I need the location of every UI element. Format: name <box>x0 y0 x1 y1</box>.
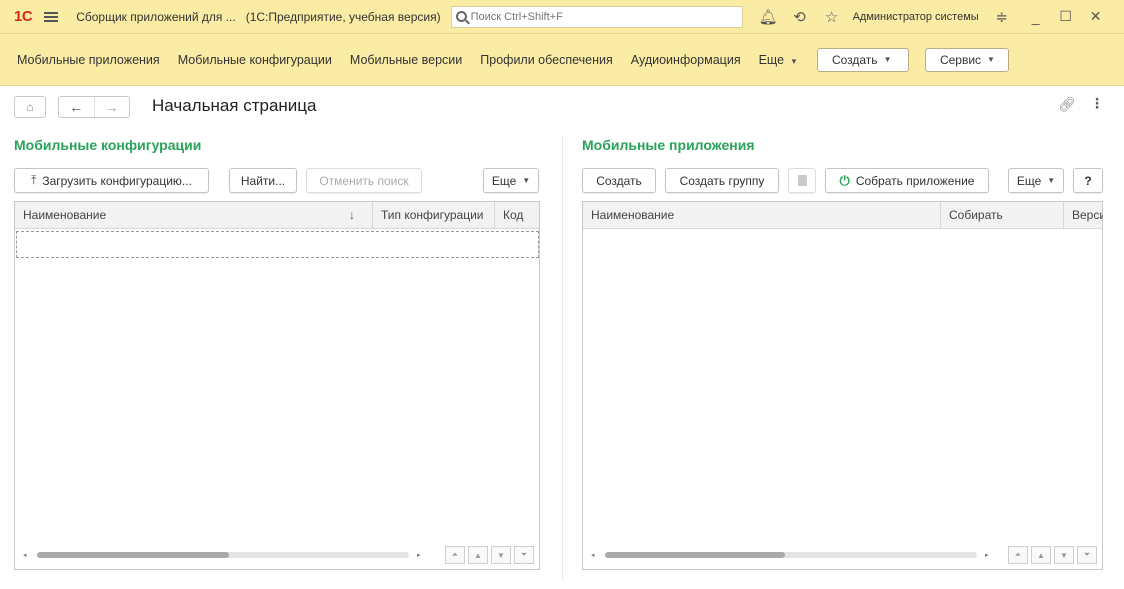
cancel-search-button[interactable]: Отменить поиск <box>306 168 422 193</box>
create-button[interactable]: Создать <box>582 168 656 193</box>
more-actions-icon[interactable]: ⋮ <box>1090 95 1104 112</box>
upload-icon: ⤒ <box>31 173 37 187</box>
home-button[interactable]: ⌂ <box>14 96 46 118</box>
go-up-icon[interactable]: ▲ <box>468 546 488 564</box>
build-app-label: Собрать приложение <box>855 173 975 188</box>
service-menu-label: Сервис <box>939 52 982 67</box>
scroll-left-icon[interactable]: ◂ <box>23 551 27 559</box>
go-first-icon[interactable]: ⏶ <box>1008 546 1028 564</box>
history-navigation: ← → <box>58 96 130 118</box>
title-bar: 1С Сборщик приложений для ... (1С:Предпр… <box>0 0 1124 34</box>
column-header-code[interactable]: Код <box>494 202 540 229</box>
history-icon[interactable]: ⟲ <box>791 8 809 26</box>
go-first-icon[interactable]: ⏶ <box>445 546 465 564</box>
current-user[interactable]: Администратор системы <box>853 11 979 23</box>
chevron-down-icon: ▼ <box>790 56 798 66</box>
settings-icon[interactable]: ≑ <box>993 8 1011 26</box>
star-icon[interactable]: ☆ <box>823 8 841 26</box>
scroll-left-icon[interactable]: ◂ <box>591 551 595 559</box>
go-down-icon[interactable]: ▼ <box>491 546 511 564</box>
main-menu-icon[interactable] <box>44 11 59 22</box>
create-group-button[interactable]: Создать группу <box>665 168 779 193</box>
create-menu-label: Создать <box>831 52 878 67</box>
menu-more-label: Еще <box>758 52 785 67</box>
app-title: Сборщик приложений для ... <box>76 9 236 24</box>
build-app-button[interactable]: ⏻ Собрать приложение <box>825 168 989 193</box>
app-subtitle: (1С:Предприятие, учебная версия) <box>245 9 441 24</box>
go-last-icon[interactable]: ⏷ <box>514 546 534 564</box>
column-header-name[interactable]: Наименование ↓ <box>15 202 372 229</box>
right-more-button[interactable]: Еще ▼ <box>1008 168 1064 193</box>
power-icon: ⏻ <box>839 172 850 188</box>
forward-button[interactable]: → <box>93 97 130 117</box>
horizontal-scrollbar[interactable] <box>37 552 409 558</box>
link-icon[interactable]: 🔗︎ <box>1058 96 1076 113</box>
service-menu-button[interactable]: Сервис ▼ <box>924 47 1009 72</box>
go-last-icon[interactable]: ⏷ <box>1077 546 1097 564</box>
copy-icon <box>797 175 807 186</box>
column-header-build[interactable]: Собирать <box>940 202 1063 229</box>
menu-item-mobile-configs[interactable]: Мобильные конфигурации <box>169 53 341 67</box>
mobile-configs-title: Мобильные конфигурации <box>14 137 202 153</box>
home-icon: ⌂ <box>26 100 34 114</box>
menu-item-more[interactable]: Еще ▼ <box>750 53 807 67</box>
find-button[interactable]: Найти... <box>229 168 297 193</box>
column-header-version[interactable]: Верси <box>1063 202 1103 229</box>
search-icon <box>455 11 467 22</box>
apps-table[interactable]: Наименование Собирать Верси ◂ ▸ ⏶ ▲ ▼ ⏷ <box>582 201 1103 570</box>
column-name-label: Наименование <box>23 208 107 222</box>
column-header-name[interactable]: Наименование <box>583 202 940 229</box>
column-header-config-type[interactable]: Тип конфигурации <box>372 202 494 229</box>
table-nav-buttons: ⏶ ▲ ▼ ⏷ <box>1005 546 1097 564</box>
sort-down-icon: ↓ <box>349 208 355 222</box>
menu-item-profiles[interactable]: Профили обеспечения <box>471 53 622 67</box>
chevron-down-icon: ▼ <box>1047 176 1056 185</box>
panel-divider <box>562 135 563 580</box>
menu-item-mobile-apps[interactable]: Мобильные приложения <box>8 53 169 67</box>
right-more-label: Еще <box>1016 173 1042 188</box>
upload-config-label: Загрузить конфигурацию... <box>42 173 192 188</box>
app-logo[interactable]: 1С <box>14 8 33 25</box>
configs-table[interactable]: Наименование ↓ Тип конфигурации Код ◂ ▸ … <box>14 201 540 570</box>
sections-menu: Мобильные приложения Мобильные конфигура… <box>0 34 1124 86</box>
help-button[interactable]: ? <box>1073 168 1103 193</box>
table-nav-buttons: ⏶ ▲ ▼ ⏷ <box>442 546 534 564</box>
copy-button[interactable] <box>788 168 816 193</box>
configs-table-header: Наименование ↓ Тип конфигурации Код <box>15 202 539 229</box>
back-button[interactable]: ← <box>59 97 94 117</box>
left-more-label: Еще <box>491 173 517 188</box>
search-input[interactable] <box>470 10 731 23</box>
chevron-down-icon: ▼ <box>883 55 892 64</box>
chevron-down-icon: ▼ <box>522 176 531 185</box>
table-row[interactable] <box>16 231 539 258</box>
menu-item-audio[interactable]: Аудиоинформация <box>622 53 750 67</box>
global-search[interactable] <box>450 5 743 28</box>
horizontal-scrollbar[interactable] <box>605 552 977 558</box>
create-menu-button[interactable]: Создать ▼ <box>816 47 909 72</box>
bell-icon[interactable]: 🔔︎ <box>759 8 778 26</box>
left-more-button[interactable]: Еще ▼ <box>483 168 539 193</box>
menu-item-mobile-versions[interactable]: Мобильные версии <box>341 53 471 67</box>
mobile-apps-title: Мобильные приложения <box>582 137 755 153</box>
minimize-button[interactable]: _ <box>1021 9 1051 25</box>
upload-config-button[interactable]: ⤒ Загрузить конфигурацию... <box>14 168 209 193</box>
apps-table-header: Наименование Собирать Верси <box>583 202 1103 229</box>
go-down-icon[interactable]: ▼ <box>1054 546 1074 564</box>
scroll-right-icon[interactable]: ▸ <box>417 551 421 559</box>
close-button[interactable]: ✕ <box>1081 8 1111 25</box>
scrollbar-thumb[interactable] <box>37 552 229 558</box>
page-title: Начальная страница <box>152 96 317 115</box>
scrollbar-thumb[interactable] <box>605 552 785 558</box>
maximize-button[interactable]: ☐ <box>1051 8 1081 25</box>
go-up-icon[interactable]: ▲ <box>1031 546 1051 564</box>
scroll-right-icon[interactable]: ▸ <box>985 551 989 559</box>
chevron-down-icon: ▼ <box>987 55 995 64</box>
